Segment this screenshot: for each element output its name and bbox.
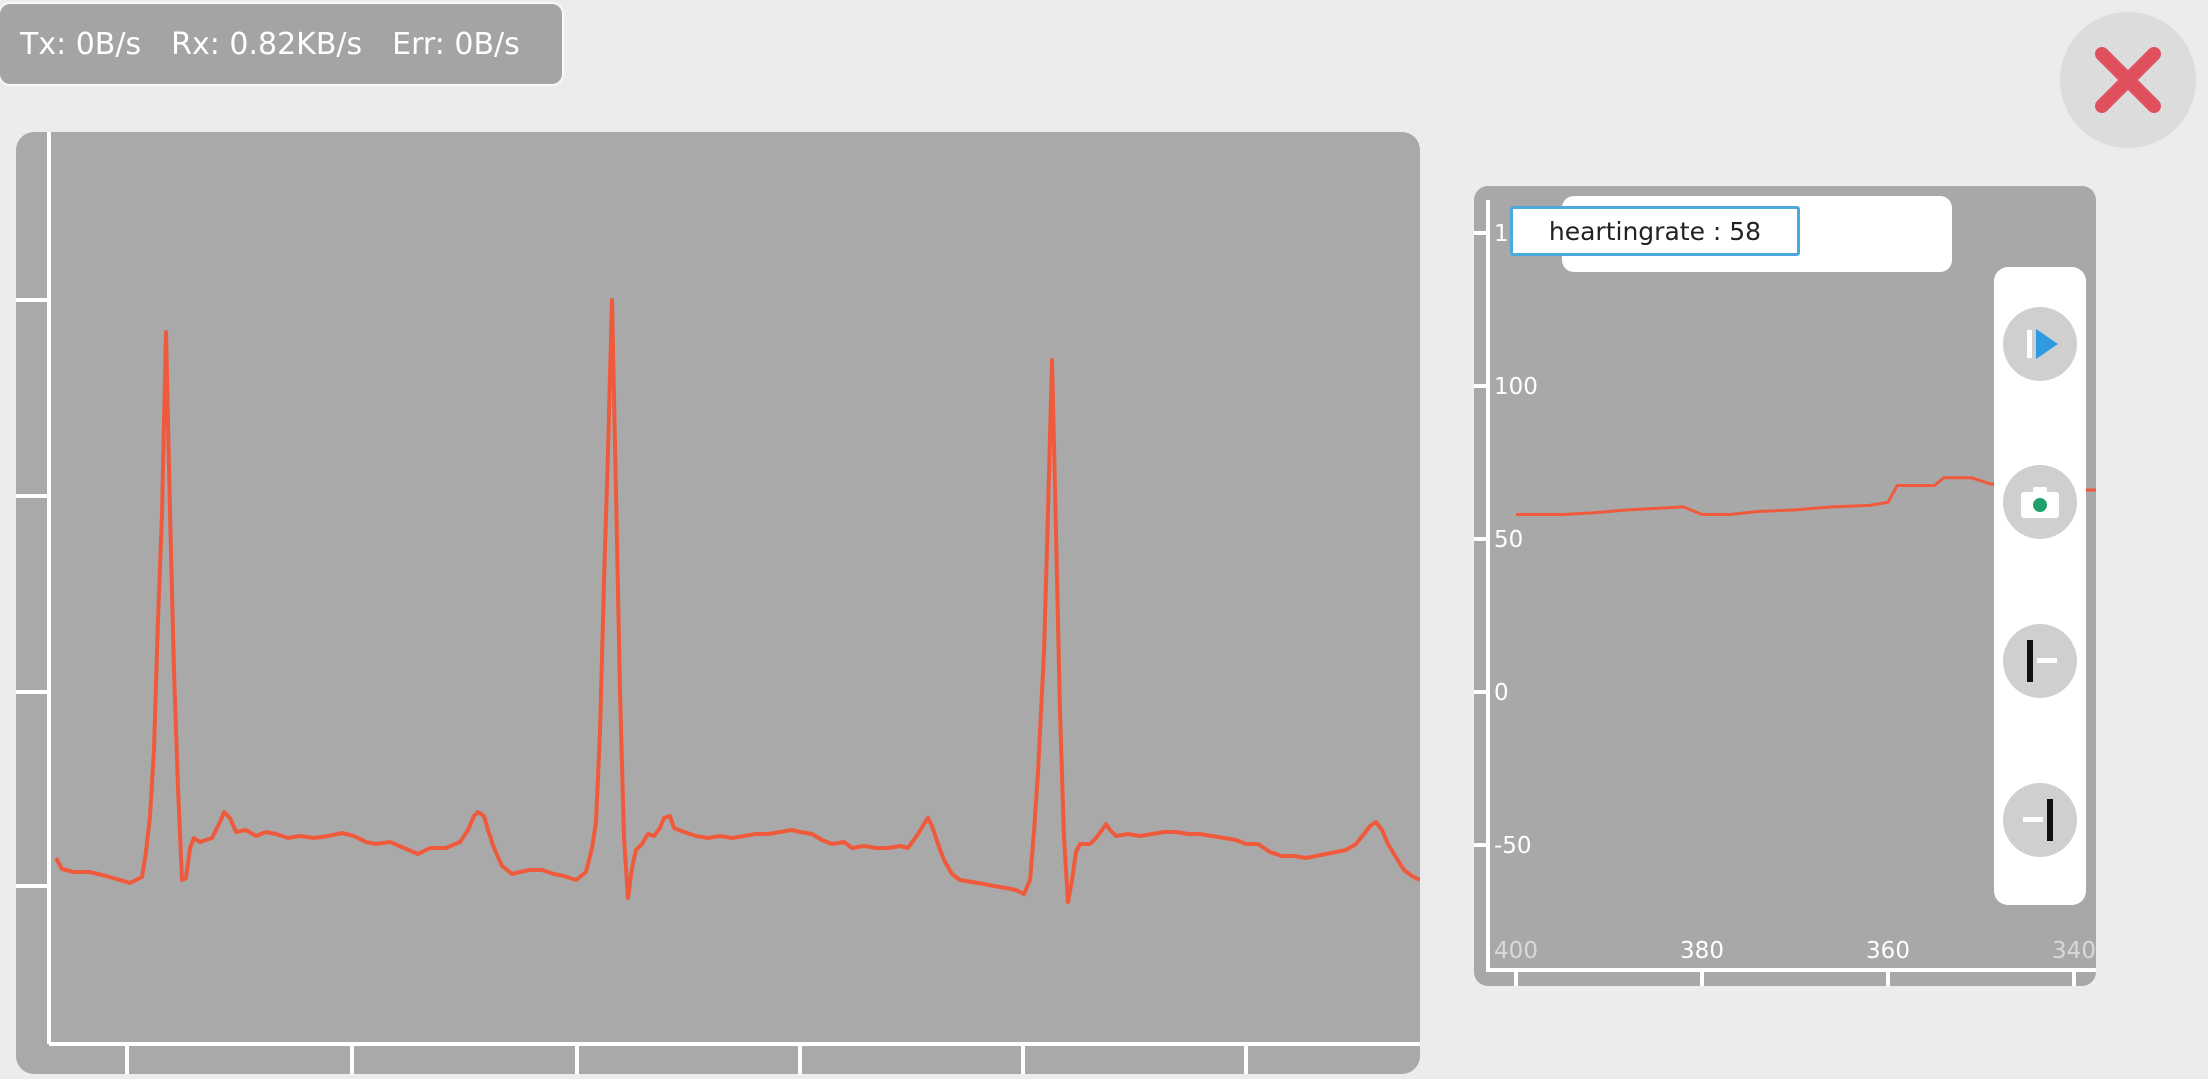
play-pause-icon	[2027, 329, 2058, 359]
align-left-icon	[2027, 640, 2057, 682]
align-left-button[interactable]	[2003, 624, 2077, 698]
screenshot-button[interactable]	[2003, 465, 2077, 539]
hr-x-ticks	[1514, 970, 2076, 986]
rx-rate: Rx: 0.82KB/s	[171, 26, 363, 62]
hr-y-tick-label: 0	[1494, 680, 1509, 706]
camera-icon	[2021, 487, 2059, 518]
hr-x-tick-label: 380	[1680, 938, 1724, 964]
status-bar: Tx: 0B/s Rx: 0.82KB/s Err: 0B/s	[0, 4, 562, 84]
tx-rate: Tx: 0B/s	[20, 26, 142, 62]
hr-x-tick-labels: 400 380 360 340	[1494, 938, 2096, 964]
ecg-plot	[16, 132, 1420, 1074]
close-icon	[2095, 47, 2161, 113]
hr-y-tick-labels: 150100500-50	[1494, 221, 1538, 859]
close-button[interactable]	[2060, 12, 2196, 148]
align-right-icon	[2023, 799, 2053, 841]
hr-x-tick-label: 400	[1494, 938, 1538, 964]
ecg-waveform	[54, 298, 1420, 904]
align-right-button[interactable]	[2003, 783, 2077, 857]
heart-rate-label: heartingrate : 58	[1510, 206, 1800, 256]
hr-x-tick-label: 340	[2052, 938, 2096, 964]
hr-y-tick-label: 50	[1494, 527, 1523, 553]
err-rate: Err: 0B/s	[392, 26, 520, 62]
tool-rail	[1994, 267, 2086, 905]
ecg-chart	[16, 132, 1420, 1074]
play-pause-button[interactable]	[2003, 307, 2077, 381]
hr-y-tick-label: 100	[1494, 374, 1538, 400]
hr-x-tick-label: 360	[1866, 938, 1910, 964]
hr-y-tick-label: -50	[1494, 833, 1532, 859]
hr-y-ticks	[1474, 231, 1488, 847]
